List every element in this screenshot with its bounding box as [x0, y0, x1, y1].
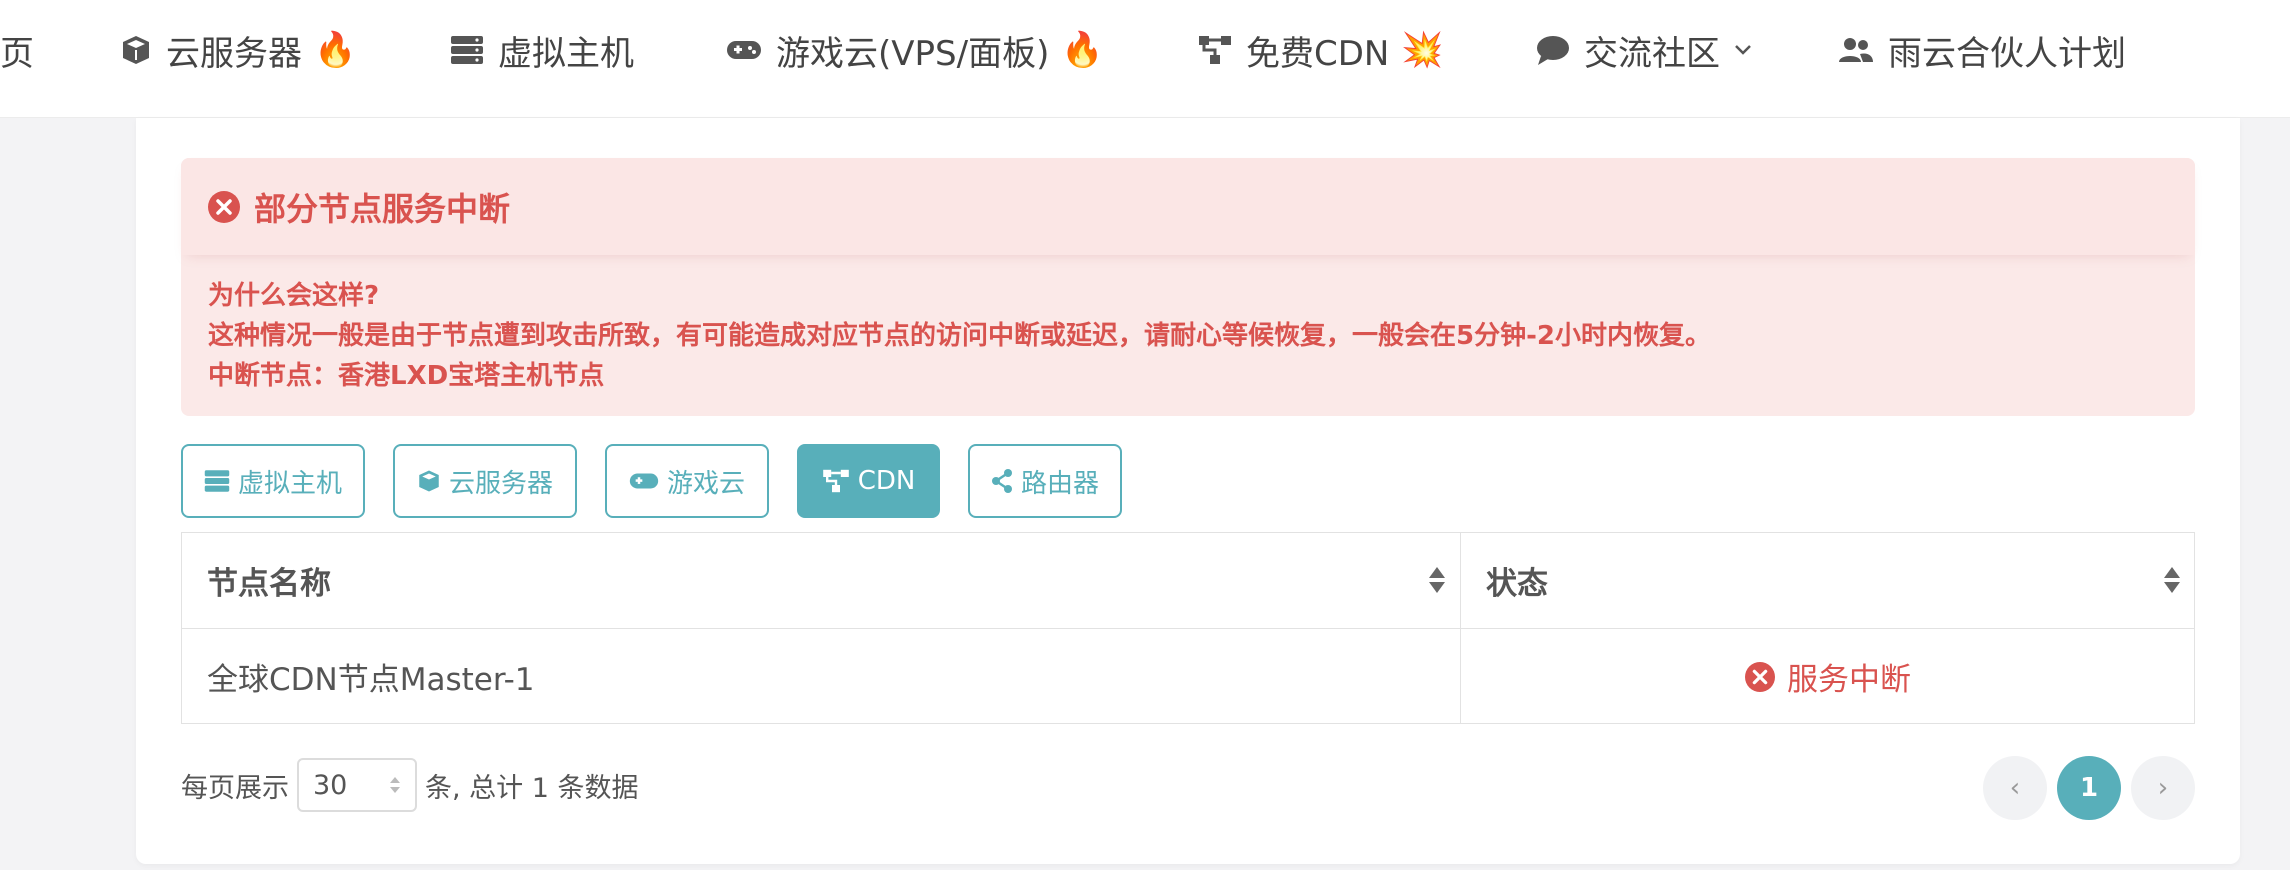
nav-item-label: 虚拟主机 — [498, 33, 634, 74]
nav-item-home[interactable]: 页 — [0, 0, 34, 100]
alert-header: 部分节点服务中断 — [181, 158, 2195, 255]
table-cell-status: 服务中断 — [1461, 629, 2195, 724]
tab-label: 虚拟主机 — [237, 468, 342, 499]
nav-item-label: 页 — [0, 33, 34, 74]
collision-icon: 💥 — [1401, 30, 1444, 70]
page-button-current[interactable]: 1 — [2057, 756, 2121, 820]
users-icon — [1838, 36, 1874, 64]
cube-icon — [120, 34, 152, 66]
comment-icon — [1536, 34, 1570, 66]
gamepad-icon — [726, 38, 762, 62]
nav-item-virtual-host[interactable]: 虚拟主机 — [450, 0, 634, 100]
nav-item-label: 雨云合伙人计划 — [1888, 33, 2126, 74]
node-table: 节点名称 状态 全球CDN节点Master-1 服务中断 — [181, 532, 2195, 724]
column-header-label: 状态 — [1486, 566, 1548, 602]
server-icon — [204, 469, 230, 493]
nav-item-label: 免费CDN — [1246, 33, 1390, 74]
tab-label: 云服务器 — [448, 468, 553, 499]
page-size-control: 每页展示 30 条, 总计 1 条数据 — [181, 758, 639, 812]
nav-item-label: 游戏云(VPS/面板) — [776, 33, 1050, 74]
fire-icon: 🔥 — [314, 30, 357, 70]
sitemap-icon — [822, 469, 850, 493]
next-page-button[interactable]: › — [2131, 756, 2195, 820]
error-circle-icon — [1745, 661, 1775, 692]
nav-item-label: 云服务器 — [166, 33, 302, 74]
tab-label: 游戏云 — [666, 468, 745, 499]
updown-icon — [389, 775, 401, 795]
page-size-suffix: 条, 总计 1 条数据 — [425, 772, 639, 804]
outage-alert: 部分节点服务中断 为什么会这样? 这种情况一般是由于节点遭到攻击所致，有可能造成… — [181, 158, 2195, 416]
column-header-node-name[interactable]: 节点名称 — [182, 533, 1461, 629]
tab-game-cloud[interactable]: 游戏云 — [605, 444, 769, 518]
sort-icon — [2163, 566, 2181, 602]
node-name: 全球CDN节点Master-1 — [207, 662, 535, 698]
node-status-card: 部分节点服务中断 为什么会这样? 这种情况一般是由于节点遭到攻击所致，有可能造成… — [136, 118, 2240, 864]
alert-line: 中断节点：香港LXD宝塔主机节点 — [208, 361, 605, 391]
cube-icon — [417, 469, 441, 493]
column-header-status[interactable]: 状态 — [1461, 533, 2195, 629]
error-circle-icon — [208, 190, 240, 223]
prev-page-button[interactable]: ‹ — [1983, 756, 2047, 820]
alert-line: 为什么会这样? — [208, 281, 380, 311]
page-size-prefix: 每页展示 — [181, 772, 289, 804]
page-number: 1 — [2079, 773, 2099, 803]
sitemap-icon — [1198, 35, 1232, 65]
alert-line: 这种情况一般是由于节点遭到攻击所致，有可能造成对应节点的访问中断或延迟，请耐心等… — [208, 321, 1711, 351]
table-cell-node-name: 全球CDN节点Master-1 — [182, 629, 1461, 724]
fire-icon: 🔥 — [1061, 30, 1104, 70]
nav-item-cloud-server[interactable]: 云服务器 🔥 — [120, 0, 356, 100]
alert-title: 部分节点服务中断 — [254, 189, 511, 228]
tab-label: 路由器 — [1020, 468, 1099, 499]
top-nav: 页 云服务器 🔥 虚拟主机 游戏云(VPS/面板) 🔥 免费CDN 💥 交流社区 — [0, 0, 2290, 118]
status-text: 服务中断 — [1787, 662, 1911, 698]
nav-item-partner-plan[interactable]: 雨云合伙人计划 — [1838, 0, 2126, 100]
page-size-select[interactable]: 30 — [297, 758, 417, 812]
column-header-label: 节点名称 — [207, 566, 331, 602]
gamepad-icon — [629, 471, 659, 491]
page-size-value: 30 — [313, 769, 348, 801]
chevron-left-icon: ‹ — [2009, 773, 2021, 803]
server-icon — [450, 35, 484, 65]
nav-item-game-cloud[interactable]: 游戏云(VPS/面板) 🔥 — [726, 0, 1104, 100]
chevron-right-icon: › — [2157, 773, 2169, 803]
tab-virtual-host[interactable]: 虚拟主机 — [181, 444, 365, 518]
tab-cloud-server[interactable]: 云服务器 — [393, 444, 577, 518]
tab-cdn[interactable]: CDN — [797, 444, 940, 518]
chevron-down-icon — [1734, 44, 1752, 56]
share-icon — [991, 469, 1013, 493]
nav-item-community[interactable]: 交流社区 — [1536, 0, 1752, 100]
tab-label: CDN — [857, 466, 916, 496]
sort-icon — [1428, 566, 1446, 602]
nav-item-free-cdn[interactable]: 免费CDN 💥 — [1198, 0, 1444, 100]
alert-body: 为什么会这样? 这种情况一般是由于节点遭到攻击所致，有可能造成对应节点的访问中断… — [208, 276, 1711, 396]
tab-router[interactable]: 路由器 — [968, 444, 1122, 518]
nav-item-label: 交流社区 — [1584, 33, 1720, 74]
